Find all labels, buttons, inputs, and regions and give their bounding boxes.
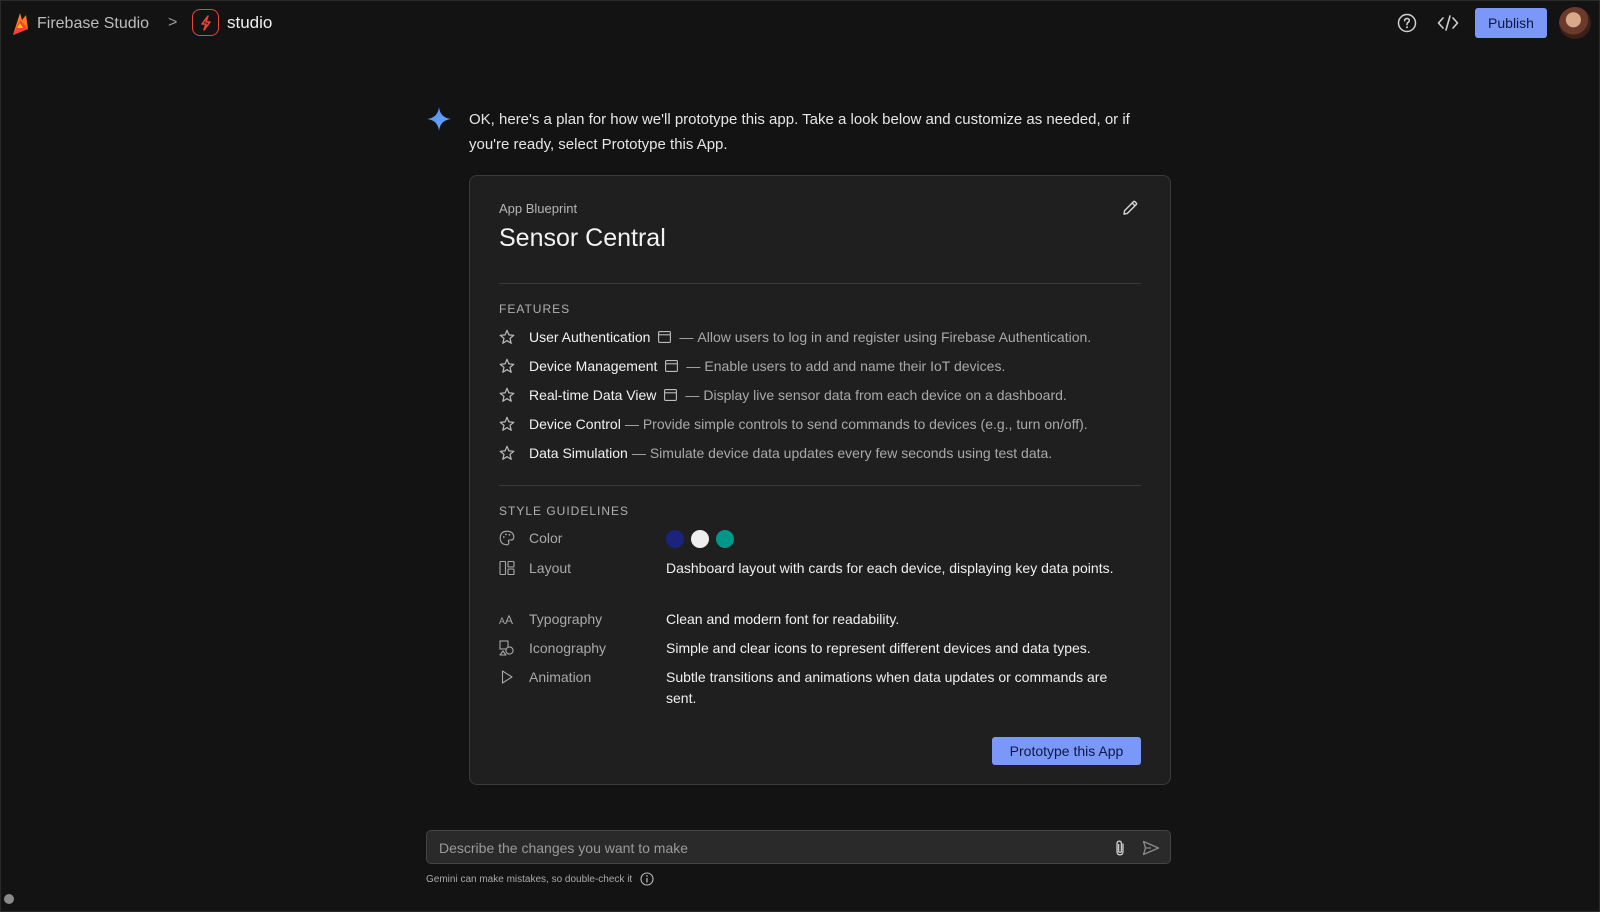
feature-item: Device Management — Enable users to add … [499, 354, 1005, 378]
divider [499, 283, 1141, 284]
feature-item: Device Control — Provide simple controls… [499, 412, 1088, 436]
star-icon [499, 445, 515, 460]
project-breadcrumb[interactable]: studio [192, 9, 272, 36]
star-icon [499, 387, 515, 402]
shapes-icon [499, 640, 514, 656]
style-row-animation: Animation Subtle transitions and animati… [499, 667, 1141, 711]
style-label: Iconography [529, 640, 607, 656]
publish-button[interactable]: Publish [1475, 8, 1547, 38]
app-window: Firebase Studio > studio Publish OK, her… [0, 0, 1600, 912]
brand-name: Firebase Studio [37, 15, 150, 32]
project-logo-icon [192, 9, 219, 36]
feature-name: Data Simulation [529, 445, 628, 461]
play-icon [501, 670, 513, 684]
feature-name: Device Management [529, 358, 658, 374]
typography-icon: A A [499, 613, 513, 627]
feature-name: Device Control [529, 416, 621, 432]
palette-icon [499, 530, 515, 546]
feature-description: Enable users to add and name their IoT d… [704, 358, 1006, 374]
info-icon[interactable] [640, 872, 654, 886]
paperclip-icon[interactable] [1112, 839, 1128, 857]
feature-item: Real-time Data View — Display live senso… [499, 383, 1067, 407]
feature-description: Allow users to log in and register using… [697, 329, 1092, 345]
style-guidelines-heading: STYLE GUIDELINES [499, 504, 630, 518]
top-bar: Firebase Studio > studio Publish [1, 1, 1599, 47]
feature-item: Data Simulation — Simulate device data u… [499, 441, 1052, 465]
user-avatar[interactable] [1559, 7, 1591, 39]
disclaimer-text: Gemini can make mistakes, so double-chec… [426, 873, 633, 885]
style-row-color: Color [499, 528, 1141, 552]
style-label: Color [529, 530, 563, 546]
feature-dash: — [624, 416, 639, 432]
assistant-message: OK, here's a plan for how we'll prototyp… [469, 111, 1130, 153]
style-value: Dashboard layout with cards for each dev… [666, 560, 1114, 576]
blueprint-kicker: App Blueprint [499, 201, 578, 216]
star-icon [499, 358, 515, 373]
color-swatch[interactable] [716, 530, 734, 549]
blueprint-title: Sensor Central [499, 224, 666, 252]
divider [499, 485, 1141, 486]
disclaimer: Gemini can make mistakes, so double-chec… [426, 872, 654, 886]
feature-description: Provide simple controls to send commands… [642, 416, 1088, 432]
project-name: studio [227, 12, 273, 32]
feature-name: Real-time Data View [529, 387, 657, 403]
style-value: Subtle transitions and animations when d… [666, 669, 1108, 706]
style-row-typography: A A Typography Clean and modern font for… [499, 609, 1141, 633]
star-icon [499, 329, 515, 344]
color-swatch[interactable] [666, 530, 684, 549]
layout-icon [499, 560, 515, 576]
breadcrumb-separator: > [168, 14, 178, 31]
feature-dash: — [631, 445, 646, 461]
window-icon [665, 360, 679, 372]
window-icon [658, 331, 672, 343]
prompt-composer [426, 830, 1171, 864]
prompt-input[interactable] [439, 837, 1079, 859]
star-icon [499, 416, 515, 431]
style-value: Clean and modern font for readability. [666, 611, 900, 627]
style-value: Simple and clear icons to represent diff… [666, 640, 1091, 656]
code-view-icon[interactable] [1437, 13, 1459, 33]
feature-item: User Authentication — Allow users to log… [499, 325, 1091, 349]
firebase-logo-icon [13, 13, 28, 35]
feature-description: Display live sensor data from each devic… [703, 387, 1067, 403]
edit-pencil-icon[interactable] [1120, 198, 1140, 218]
feature-dash: — [685, 387, 700, 403]
prototype-app-button[interactable]: Prototype this App [992, 737, 1141, 765]
send-icon[interactable] [1142, 840, 1160, 856]
color-swatches [666, 528, 1136, 549]
color-swatch[interactable] [691, 530, 709, 549]
style-label: Typography [529, 611, 603, 627]
svg-text:A: A [505, 613, 513, 627]
feature-dash: — [679, 329, 694, 345]
style-row-layout: Layout Dashboard layout with cards for e… [499, 558, 1141, 602]
window-icon [664, 389, 678, 401]
gemini-spark-icon [427, 107, 451, 131]
features-heading: FEATURES [499, 302, 571, 316]
help-icon[interactable] [1397, 13, 1417, 33]
style-row-iconography: Iconography Simple and clear icons to re… [499, 638, 1141, 662]
status-dot [4, 894, 14, 904]
feature-name: User Authentication [529, 329, 651, 345]
app-blueprint-card: App Blueprint Sensor Central FEATURES Us… [469, 175, 1171, 785]
feature-dash: — [686, 358, 701, 374]
brand[interactable]: Firebase Studio [9, 9, 149, 39]
feature-description: Simulate device data updates every few s… [649, 445, 1053, 461]
style-label: Animation [529, 669, 592, 685]
style-label: Layout [529, 560, 572, 576]
